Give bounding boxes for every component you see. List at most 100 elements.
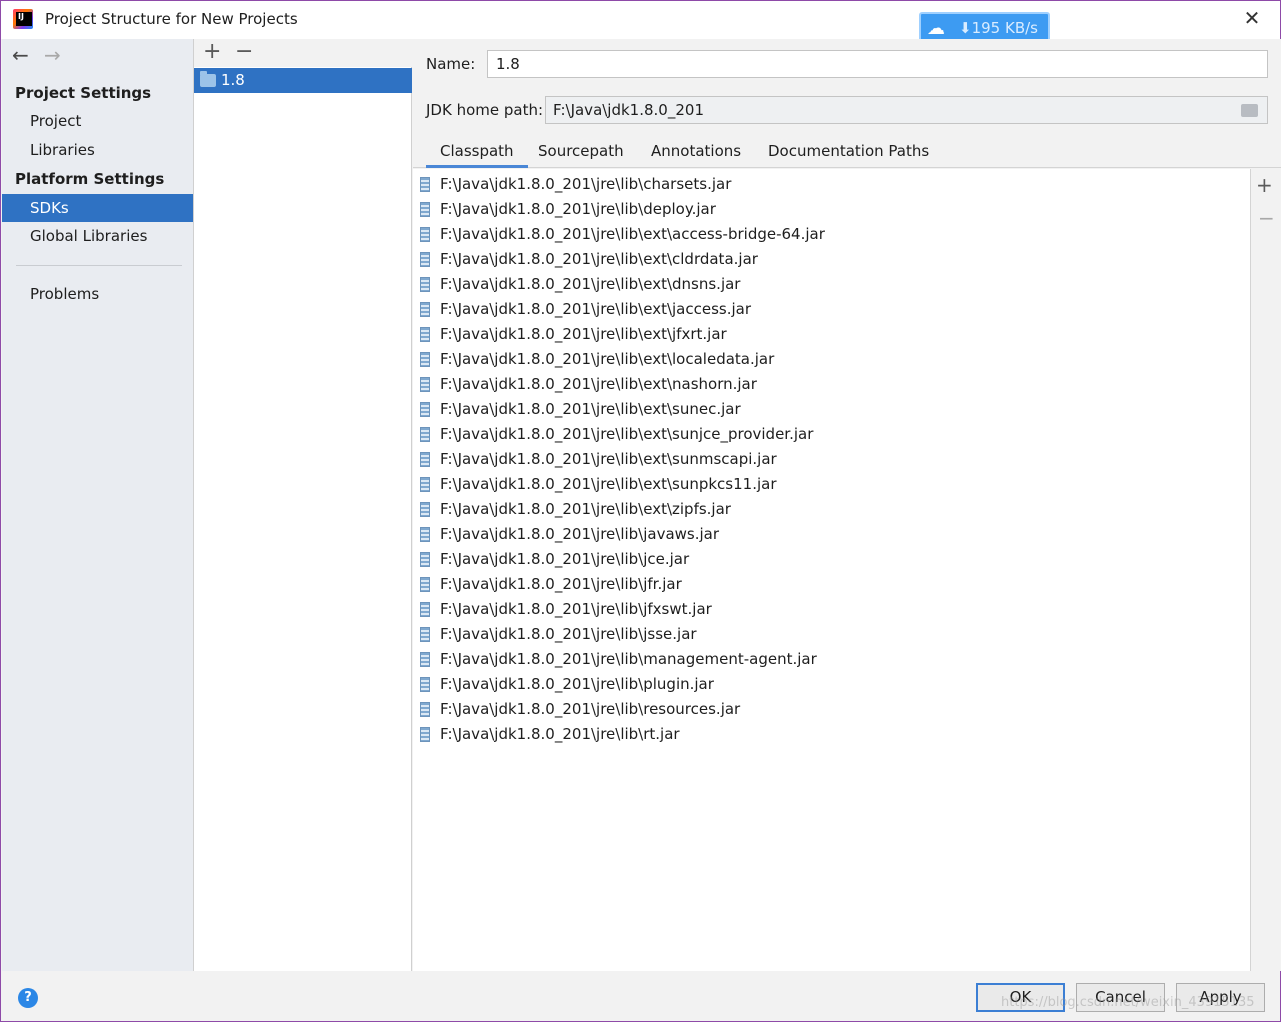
classpath-row[interactable]: F:\Java\jdk1.8.0_201\jre\lib\ext\cldrdat… [413,247,1251,272]
classpath-row[interactable]: F:\Java\jdk1.8.0_201\jre\lib\resources.j… [413,697,1251,722]
classpath-entry: F:\Java\jdk1.8.0_201\jre\lib\plugin.jar [440,675,714,693]
classpath-entry: F:\Java\jdk1.8.0_201\jre\lib\ext\dnsns.j… [440,275,741,293]
tab-sourcepath[interactable]: Sourcepath [524,135,638,168]
jdk-home-path-label: JDK home path: [426,101,544,119]
classpath-entry: F:\Java\jdk1.8.0_201\jre\lib\ext\sunmsca… [440,450,777,468]
intellij-logo-icon [13,9,33,29]
nav-item-problems[interactable]: Problems [2,280,193,308]
classpath-entry: F:\Java\jdk1.8.0_201\jre\lib\ext\sunec.j… [440,400,741,418]
nav-item-project[interactable]: Project [2,107,193,135]
sdk-list-panel: + − 1.8 [193,39,413,971]
classpath-row[interactable]: F:\Java\jdk1.8.0_201\jre\lib\ext\access-… [413,222,1251,247]
close-button[interactable]: ✕ [1241,7,1263,29]
jar-file-icon [420,402,430,417]
jar-file-icon [420,427,430,442]
classpath-row[interactable]: F:\Java\jdk1.8.0_201\jre\lib\rt.jar [413,722,1251,747]
classpath-row[interactable]: F:\Java\jdk1.8.0_201\jre\lib\ext\jfxrt.j… [413,322,1251,347]
jar-file-icon [420,552,430,567]
help-icon[interactable]: ? [18,988,38,1008]
classpath-row[interactable]: F:\Java\jdk1.8.0_201\jre\lib\ext\dnsns.j… [413,272,1251,297]
nav-arrows: ← → [2,39,193,71]
tab-classpath[interactable]: Classpath [426,135,528,168]
forward-arrow-icon[interactable]: → [44,43,61,67]
jar-file-icon [420,202,430,217]
classpath-row[interactable]: F:\Java\jdk1.8.0_201\jre\lib\ext\nashorn… [413,372,1251,397]
classpath-entry: F:\Java\jdk1.8.0_201\jre\lib\javaws.jar [440,525,720,543]
cloud-icon: ☁ [927,18,945,39]
classpath-list[interactable]: F:\Java\jdk1.8.0_201\jre\lib\charsets.ja… [413,169,1251,971]
classpath-row[interactable]: F:\Java\jdk1.8.0_201\jre\lib\jsse.jar [413,622,1251,647]
jar-file-icon [420,377,430,392]
classpath-row[interactable]: F:\Java\jdk1.8.0_201\jre\lib\ext\localed… [413,347,1251,372]
classpath-row[interactable]: F:\Java\jdk1.8.0_201\jre\lib\deploy.jar [413,197,1251,222]
classpath-row[interactable]: F:\Java\jdk1.8.0_201\jre\lib\jfr.jar [413,572,1251,597]
download-speed-value: 195 KB/s [971,19,1038,37]
classpath-row[interactable]: F:\Java\jdk1.8.0_201\jre\lib\ext\sunpkcs… [413,472,1251,497]
add-sdk-icon[interactable]: + [203,39,221,64]
jar-file-icon [420,652,430,667]
classpath-entry: F:\Java\jdk1.8.0_201\jre\lib\deploy.jar [440,200,716,218]
classpath-entry: F:\Java\jdk1.8.0_201\jre\lib\resources.j… [440,700,741,718]
classpath-row[interactable]: F:\Java\jdk1.8.0_201\jre\lib\ext\sunmsca… [413,447,1251,472]
sdk-detail-panel: Name: JDK home path: Classpath Sourcepat… [413,39,1281,971]
tab-documentation-paths[interactable]: Documentation Paths [754,135,943,168]
nav-item-libraries[interactable]: Libraries [2,136,193,164]
remove-classpath-icon[interactable]: − [1258,206,1275,230]
classpath-row[interactable]: F:\Java\jdk1.8.0_201\jre\lib\charsets.ja… [413,172,1251,197]
add-classpath-icon[interactable]: + [1256,173,1273,197]
title-bar: Project Structure for New Projects ☁ ⬇19… [1,1,1280,44]
jar-file-icon [420,352,430,367]
classpath-entry: F:\Java\jdk1.8.0_201\jre\lib\ext\nashorn… [440,375,757,393]
download-speed: ⬇195 KB/s [959,19,1038,37]
sdk-label: 1.8 [221,71,245,89]
download-arrow-icon: ⬇ [959,19,972,37]
classpath-row[interactable]: F:\Java\jdk1.8.0_201\jre\lib\ext\jaccess… [413,297,1251,322]
classpath-row[interactable]: F:\Java\jdk1.8.0_201\jre\lib\javaws.jar [413,522,1251,547]
classpath-entry: F:\Java\jdk1.8.0_201\jre\lib\rt.jar [440,725,680,743]
nav-item-global-libraries[interactable]: Global Libraries [2,222,193,250]
nav-item-sdks[interactable]: SDKs [2,194,193,222]
classpath-row[interactable]: F:\Java\jdk1.8.0_201\jre\lib\ext\sunec.j… [413,397,1251,422]
jar-file-icon [420,327,430,342]
classpath-entry: F:\Java\jdk1.8.0_201\jre\lib\ext\sunpkcs… [440,475,777,493]
jar-file-icon [420,527,430,542]
classpath-row[interactable]: F:\Java\jdk1.8.0_201\jre\lib\ext\sunjce_… [413,422,1251,447]
watermark: https://blog.csdn.net/weixin_43915135 [1001,995,1255,1010]
classpath-entry: F:\Java\jdk1.8.0_201\jre\lib\ext\sunjce_… [440,425,814,443]
classpath-row[interactable]: F:\Java\jdk1.8.0_201\jre\lib\ext\zipfs.j… [413,497,1251,522]
classpath-row[interactable]: F:\Java\jdk1.8.0_201\jre\lib\jfxswt.jar [413,597,1251,622]
classpath-entry: F:\Java\jdk1.8.0_201\jre\lib\jce.jar [440,550,690,568]
jdk-home-path-field[interactable] [545,96,1268,124]
classpath-entry: F:\Java\jdk1.8.0_201\jre\lib\ext\jaccess… [440,300,752,318]
jar-file-icon [420,577,430,592]
name-label: Name: [426,55,476,73]
remove-sdk-icon[interactable]: − [235,39,253,64]
jar-file-icon [420,227,430,242]
sdk-list-item[interactable]: 1.8 [194,68,412,93]
classpath-entry: F:\Java\jdk1.8.0_201\jre\lib\jfxswt.jar [440,600,712,618]
classpath-entry: F:\Java\jdk1.8.0_201\jre\lib\ext\zipfs.j… [440,500,731,518]
tab-annotations[interactable]: Annotations [637,135,755,168]
jar-file-icon [420,477,430,492]
platform-settings-header: Platform Settings [15,170,165,188]
nav-divider [16,265,182,266]
back-arrow-icon[interactable]: ← [12,43,29,67]
settings-nav: ← → Project Settings Project Libraries P… [2,39,193,971]
classpath-entry: F:\Java\jdk1.8.0_201\jre\lib\ext\localed… [440,350,775,368]
jar-file-icon [420,452,430,467]
jar-file-icon [420,302,430,317]
classpath-row[interactable]: F:\Java\jdk1.8.0_201\jre\lib\jce.jar [413,547,1251,572]
name-field[interactable] [487,50,1268,78]
classpath-entry: F:\Java\jdk1.8.0_201\jre\lib\ext\access-… [440,225,825,243]
classpath-entry: F:\Java\jdk1.8.0_201\jre\lib\ext\jfxrt.j… [440,325,727,343]
window-title: Project Structure for New Projects [45,10,298,28]
folder-icon [200,71,216,87]
browse-folder-icon[interactable] [1241,104,1258,117]
classpath-entry: F:\Java\jdk1.8.0_201\jre\lib\jfr.jar [440,575,682,593]
jar-file-icon [420,277,430,292]
project-structure-dialog: Project Structure for New Projects ☁ ⬇19… [0,0,1281,1022]
classpath-row[interactable]: F:\Java\jdk1.8.0_201\jre\lib\plugin.jar [413,672,1251,697]
jar-file-icon [420,502,430,517]
classpath-row[interactable]: F:\Java\jdk1.8.0_201\jre\lib\management-… [413,647,1251,672]
jar-file-icon [420,252,430,267]
